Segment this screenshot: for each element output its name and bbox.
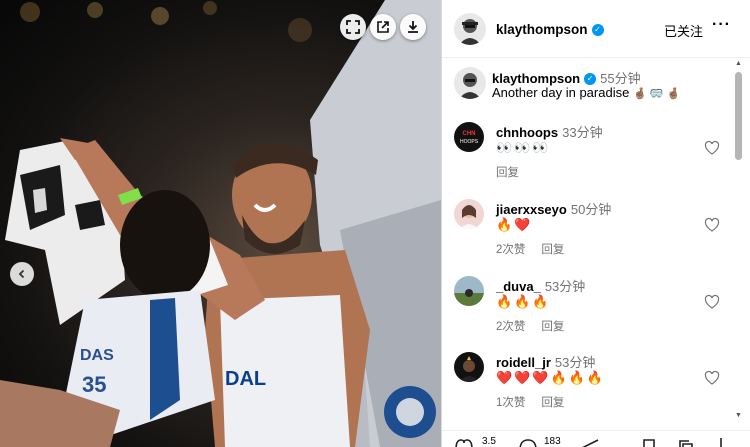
share-icon[interactable] <box>580 437 600 447</box>
comment-header: _duva_ 53分钟 <box>496 276 585 295</box>
caption-text-row: Another day in paradise 🤞🏽 🥽 🤞🏽 <box>492 85 680 100</box>
expand-icon[interactable] <box>340 14 366 40</box>
svg-text:35: 35 <box>82 372 106 397</box>
download-post-icon[interactable] <box>714 437 728 447</box>
follow-status-button[interactable]: 已关注 <box>664 21 703 40</box>
comment-header: roidell_jr 53分钟 <box>496 352 595 371</box>
bookmark-icon[interactable] <box>642 437 656 447</box>
caption-time: 55分钟 <box>600 71 641 86</box>
svg-text:CHN: CHN <box>463 131 476 137</box>
photo-scene: DAL DAS 35 <box>0 0 441 447</box>
comment-item: CHN HOOPS chnhoops 33分钟 👀👀👀 回复 <box>442 122 742 182</box>
comment-username[interactable]: roidell_jr <box>496 355 551 370</box>
author-username[interactable]: klaythompson <box>496 22 588 37</box>
heart-icon[interactable] <box>704 217 720 233</box>
verified-badge-icon: ✓ <box>591 23 604 36</box>
chevron-left-icon[interactable] <box>10 262 34 286</box>
comment-time: 53分钟 <box>554 355 596 370</box>
comment-time: 33分钟 <box>562 125 603 140</box>
like-count[interactable]: 1次赞 <box>496 397 525 409</box>
action-bar: 3.5 183 <box>442 430 750 447</box>
instagram-post-viewer: DAL DAS 35 klaythompson ✓ 已关注 ··· klayth… <box>0 0 750 447</box>
post-photo[interactable]: DAL DAS 35 <box>0 0 441 447</box>
comment-text: ❤️❤️❤️🔥🔥🔥 <box>496 370 606 385</box>
comment-text: 🔥❤️ <box>496 217 533 232</box>
like-count-partial: 3.5 <box>482 436 496 447</box>
scroll-down-arrow[interactable]: ▼ <box>735 412 742 419</box>
comment-actions: 1次赞 回复 <box>496 394 580 410</box>
comment-item: _duva_ 53分钟 🔥🔥🔥 2次赞 回复 <box>442 276 742 336</box>
reply-button[interactable]: 回复 <box>541 321 564 333</box>
author-avatar[interactable] <box>454 13 486 45</box>
comment-username[interactable]: _duva_ <box>496 279 541 294</box>
comment-item: jiaerxxseyo 50分钟 🔥❤️ 2次赞 回复 <box>442 199 742 259</box>
comment-username[interactable]: chnhoops <box>496 125 558 140</box>
comment-text: 🔥🔥🔥 <box>496 294 551 309</box>
reply-button[interactable]: 回复 <box>496 167 519 179</box>
svg-text:DAL: DAL <box>225 368 266 390</box>
comment-actions: 2次赞 回复 <box>496 241 580 257</box>
like-icon[interactable] <box>454 437 474 447</box>
heart-icon[interactable] <box>704 294 720 310</box>
comment-icon[interactable] <box>518 437 538 447</box>
reply-button[interactable]: 回复 <box>541 244 564 256</box>
like-count[interactable]: 2次赞 <box>496 321 525 333</box>
commenter-avatar[interactable] <box>454 352 484 382</box>
heart-icon[interactable] <box>704 370 720 386</box>
scroll-up-arrow[interactable]: ▲ <box>735 60 742 67</box>
reply-button[interactable]: 回复 <box>541 397 564 409</box>
comment-count-partial: 183 <box>544 436 561 447</box>
comment-header: jiaerxxseyo 50分钟 <box>496 199 611 218</box>
comment-item: roidell_jr 53分钟 ❤️❤️❤️🔥🔥🔥 1次赞 回复 <box>442 352 742 412</box>
emoji-decor: 🤞🏽 🥽 🤞🏽 <box>632 88 681 100</box>
comment-actions: 2次赞 回复 <box>496 318 580 334</box>
comment-time: 50分钟 <box>570 202 612 217</box>
post-caption: klaythompson ✓ 55分钟 Another day in paradis… <box>442 66 742 106</box>
comment-username[interactable]: jiaerxxseyo <box>496 202 567 217</box>
comments-scrollbar[interactable] <box>735 72 742 160</box>
heart-icon[interactable] <box>704 140 720 156</box>
caption-username[interactable]: klaythompson <box>492 71 580 86</box>
post-header: klaythompson ✓ 已关注 ··· <box>442 0 750 58</box>
more-options-icon[interactable]: ··· <box>712 16 731 34</box>
verified-badge-icon: ✓ <box>584 72 597 85</box>
download-icon[interactable] <box>400 14 426 40</box>
author-avatar-small[interactable] <box>454 67 486 99</box>
like-count[interactable]: 2次赞 <box>496 244 525 256</box>
svg-text:DAS: DAS <box>80 347 114 364</box>
commenter-avatar[interactable] <box>454 276 484 306</box>
comment-time: 53分钟 <box>544 279 586 294</box>
commenter-avatar[interactable]: CHN HOOPS <box>454 122 484 152</box>
caption-text: Another day in paradise <box>492 85 630 100</box>
commenter-avatar[interactable] <box>454 199 484 229</box>
copy-link-icon[interactable] <box>678 437 694 447</box>
author-name-row: klaythompson ✓ <box>496 21 604 39</box>
comment-actions: 回复 <box>496 164 535 180</box>
svg-text:HOOPS: HOOPS <box>460 139 479 145</box>
open-external-icon[interactable] <box>370 14 396 40</box>
comment-header: chnhoops 33分钟 <box>496 122 603 141</box>
comment-text: 👀👀👀 <box>496 140 551 155</box>
